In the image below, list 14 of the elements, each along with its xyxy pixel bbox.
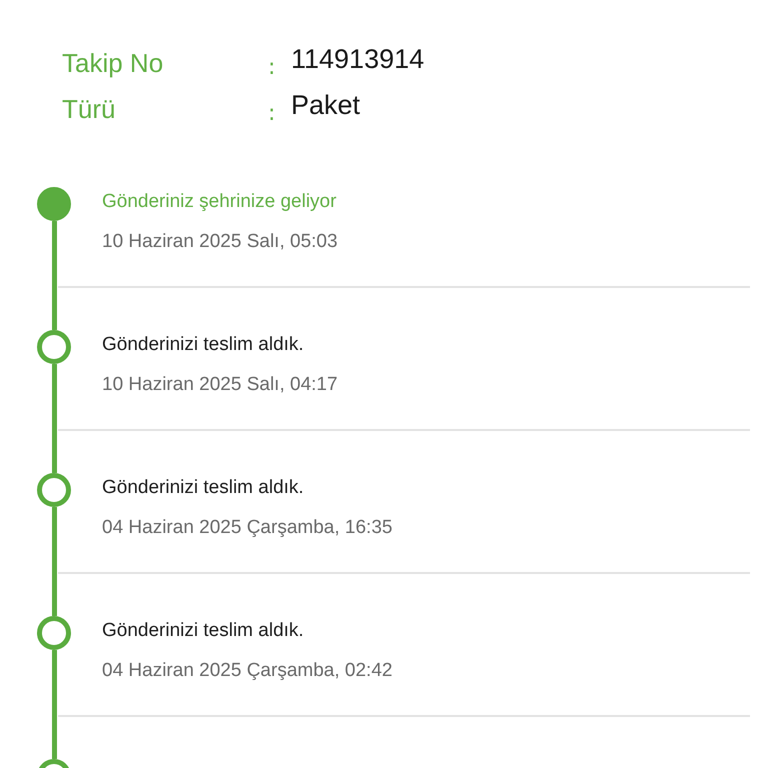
event-date: 04 Haziran 2025 Çarşamba, 16:35 [102,517,394,539]
separator: : [268,100,276,126]
field-value: Paket [291,90,362,120]
event-date: 04 Haziran 2025 Çarşamba, 02:42 [102,660,394,682]
event-title: Gönderinizi teslim aldık. [102,334,305,356]
event-title: Gönderiniz şehrinize geliyor [102,191,338,213]
separator: : [268,54,276,80]
event-date: 10 Haziran 2025 Salı, 04:17 [102,374,339,396]
field-label: Takip No [62,48,164,78]
event-date: 10 Haziran 2025 Salı, 05:03 [102,231,339,253]
field-label: Türü [62,94,116,124]
event-title: Gönderinizi teslim aldık. [102,620,305,642]
event-title: Gönderinizi teslim aldık. [102,477,305,499]
field-value: 114913914 [291,44,426,74]
